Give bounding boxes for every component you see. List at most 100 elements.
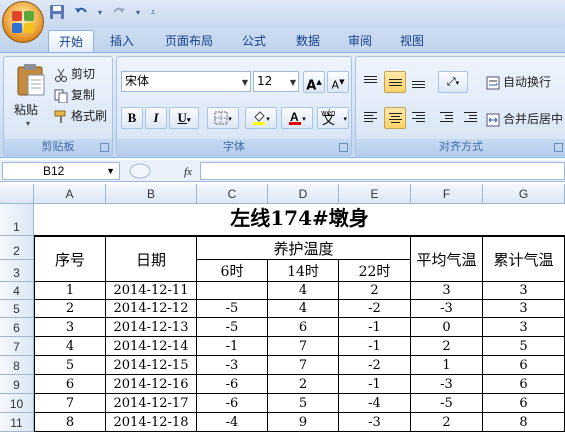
data-cell[interactable] bbox=[197, 282, 268, 300]
tab-insert[interactable]: 插入 bbox=[102, 30, 142, 52]
font-name-combo[interactable]: 宋体 ▼ bbox=[121, 71, 251, 92]
data-cell[interactable]: 4 bbox=[268, 282, 339, 300]
sheet-title[interactable]: 左线174#墩身 bbox=[34, 204, 565, 236]
merge-center-button[interactable]: 合并后居中 bbox=[486, 110, 563, 127]
data-cell[interactable]: 8 bbox=[483, 413, 565, 432]
row-header-10[interactable]: 10 bbox=[0, 394, 34, 413]
worksheet-grid[interactable]: A B C D E F G 1 2 3 4 5 6 7 8 9 10 11 左线174#墩身 序号 日期 养护温度 6时 14… bbox=[0, 184, 565, 448]
save-icon[interactable] bbox=[48, 4, 66, 22]
row-header-3[interactable]: 3 bbox=[0, 260, 34, 282]
shrink-font-button[interactable]: A▼ bbox=[327, 71, 349, 93]
row-header-1[interactable]: 1 bbox=[0, 204, 34, 236]
data-cell[interactable]: 9 bbox=[268, 413, 339, 432]
data-cell[interactable]: 2014-12-18 bbox=[106, 413, 197, 432]
grow-font-button[interactable]: A▲ bbox=[303, 71, 325, 93]
undo-icon[interactable] bbox=[72, 4, 90, 22]
chevron-down-icon[interactable]: ▼ bbox=[290, 73, 296, 92]
data-cell[interactable]: -1 bbox=[339, 318, 411, 337]
data-cell[interactable]: 0 bbox=[411, 318, 483, 337]
header-avg-temp[interactable]: 平均气温 bbox=[411, 236, 483, 282]
data-cell[interactable]: 2 bbox=[411, 337, 483, 356]
cut-button[interactable]: 剪切 bbox=[54, 65, 95, 82]
chevron-down-icon[interactable]: ▼ bbox=[106, 163, 115, 179]
redo-icon[interactable] bbox=[110, 4, 128, 22]
header-6h[interactable]: 6时 bbox=[197, 260, 268, 282]
data-cell[interactable]: 8 bbox=[34, 413, 106, 432]
tab-formulas[interactable]: 公式 bbox=[234, 30, 274, 52]
data-cell[interactable]: 2014-12-15 bbox=[106, 356, 197, 375]
data-cell[interactable]: 6 bbox=[483, 394, 565, 413]
tab-data[interactable]: 数据 bbox=[288, 30, 328, 52]
tab-page-layout[interactable]: 页面布局 bbox=[156, 30, 222, 52]
italic-button[interactable]: I bbox=[145, 107, 167, 129]
data-cell[interactable]: 6 bbox=[483, 375, 565, 394]
header-seq[interactable]: 序号 bbox=[34, 236, 106, 282]
format-painter-button[interactable]: 格式刷 bbox=[54, 107, 107, 124]
bottom-align-button[interactable] bbox=[408, 71, 430, 93]
data-cell[interactable]: -2 bbox=[339, 300, 411, 318]
tab-review[interactable]: 审阅 bbox=[340, 30, 380, 52]
data-cell[interactable]: -6 bbox=[197, 375, 268, 394]
data-cell[interactable]: -3 bbox=[411, 375, 483, 394]
borders-button[interactable]: ▾ bbox=[207, 107, 239, 129]
data-cell[interactable]: -4 bbox=[197, 413, 268, 432]
row-header-9[interactable]: 9 bbox=[0, 375, 34, 394]
data-cell[interactable]: -3 bbox=[339, 413, 411, 432]
column-header-b[interactable]: B bbox=[106, 184, 197, 204]
data-cell[interactable]: 7 bbox=[268, 337, 339, 356]
data-cell[interactable]: 3 bbox=[483, 318, 565, 337]
data-cell[interactable]: 4 bbox=[34, 337, 106, 356]
chevron-down-icon[interactable]: ▼ bbox=[242, 73, 248, 92]
data-cell[interactable]: 2014-12-13 bbox=[106, 318, 197, 337]
font-color-button[interactable]: A ▾ bbox=[281, 107, 313, 129]
data-cell[interactable]: 2014-12-16 bbox=[106, 375, 197, 394]
column-header-c[interactable]: C bbox=[197, 184, 268, 204]
data-cell[interactable]: 5 bbox=[34, 356, 106, 375]
row-header-6[interactable]: 6 bbox=[0, 318, 34, 337]
header-14h[interactable]: 14时 bbox=[268, 260, 339, 282]
data-cell[interactable]: 7 bbox=[34, 394, 106, 413]
data-cell[interactable]: 2014-12-12 bbox=[106, 300, 197, 318]
data-cell[interactable]: 2 bbox=[34, 300, 106, 318]
data-cell[interactable]: 2 bbox=[411, 413, 483, 432]
data-cell[interactable]: -5 bbox=[197, 318, 268, 337]
phonetic-guide-button[interactable]: wén 文 ▾ bbox=[317, 107, 349, 129]
header-curing-temp[interactable]: 养护温度 bbox=[197, 236, 411, 260]
data-cell[interactable]: 2014-12-17 bbox=[106, 394, 197, 413]
data-cell[interactable]: -3 bbox=[197, 356, 268, 375]
underline-button[interactable]: U▾ bbox=[169, 107, 199, 129]
data-cell[interactable]: -2 bbox=[339, 356, 411, 375]
data-cell[interactable]: 2014-12-14 bbox=[106, 337, 197, 356]
decrease-indent-button[interactable] bbox=[436, 107, 458, 129]
data-cell[interactable]: 4 bbox=[268, 300, 339, 318]
clipboard-launcher-icon[interactable] bbox=[100, 143, 109, 152]
data-cell[interactable]: -6 bbox=[197, 394, 268, 413]
data-cell[interactable]: 2 bbox=[268, 375, 339, 394]
paste-button[interactable]: 粘贴 bbox=[14, 101, 38, 118]
select-all-corner[interactable] bbox=[0, 184, 34, 204]
orientation-button[interactable]: ⤢▾ bbox=[438, 71, 468, 93]
increase-indent-button[interactable] bbox=[460, 107, 482, 129]
fill-color-button[interactable]: ▾ bbox=[245, 107, 277, 129]
data-cell[interactable]: 6 bbox=[34, 375, 106, 394]
row-header-2[interactable]: 2 bbox=[0, 236, 34, 260]
name-box[interactable]: B12 ▼ bbox=[2, 162, 120, 180]
row-header-4[interactable]: 4 bbox=[0, 282, 34, 300]
font-size-combo[interactable]: 12 ▼ bbox=[253, 71, 299, 92]
data-cell[interactable]: 1 bbox=[34, 282, 106, 300]
chevron-down-icon[interactable]: ⩡ bbox=[148, 4, 158, 22]
data-cell[interactable]: -1 bbox=[339, 375, 411, 394]
data-cell[interactable]: 7 bbox=[268, 356, 339, 375]
data-cell[interactable]: 3 bbox=[483, 300, 565, 318]
row-header-5[interactable]: 5 bbox=[0, 300, 34, 318]
data-cell[interactable]: -4 bbox=[339, 394, 411, 413]
data-cell[interactable]: 3 bbox=[34, 318, 106, 337]
paste-dropdown-icon[interactable]: ▾ bbox=[26, 119, 30, 128]
top-align-button[interactable] bbox=[360, 71, 382, 93]
font-launcher-icon[interactable] bbox=[339, 143, 348, 152]
align-center-button[interactable] bbox=[384, 107, 406, 129]
bold-button[interactable]: B bbox=[121, 107, 143, 129]
header-cum-temp[interactable]: 累计气温 bbox=[483, 236, 565, 282]
row-header-8[interactable]: 8 bbox=[0, 356, 34, 375]
data-cell[interactable]: 6 bbox=[268, 318, 339, 337]
